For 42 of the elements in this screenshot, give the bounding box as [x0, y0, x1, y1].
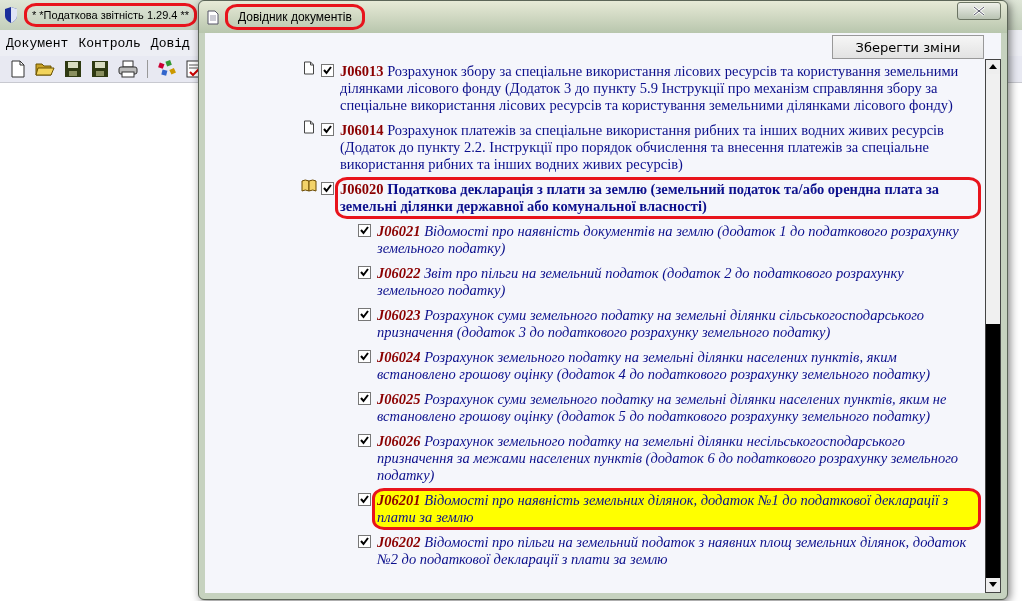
checkbox[interactable] [321, 182, 334, 195]
menu-item[interactable]: Документ [6, 35, 69, 51]
document-title[interactable]: J06021 Відомості про наявність документів на землю (додаток 1 до податкового розрахунку земельного податку) [372, 219, 981, 261]
printer-icon[interactable] [118, 60, 138, 78]
page-icon [301, 120, 317, 134]
save-changes-button[interactable]: Зберегти зміни [832, 35, 984, 59]
checkbox[interactable] [358, 392, 371, 405]
checkbox[interactable] [358, 266, 371, 279]
checkbox[interactable] [358, 350, 371, 363]
document-title[interactable]: J06201 Відомості про наявність земельних ділянок, додаток №1 до податкової декларації з плати за землю [372, 488, 981, 530]
checkbox[interactable] [321, 123, 334, 136]
book-icon [301, 179, 317, 192]
open-folder-icon[interactable] [35, 61, 55, 77]
puzzle-icon[interactable] [157, 60, 177, 78]
document-title[interactable]: J06202 Відомості про пільги на земельний податок з наявних площ земельних ділянок, додаток №2 до податкової декларації з плати за землю [372, 530, 981, 572]
document-title[interactable]: J06025 Розрахунок суми земельного податку на земельні ділянки населених пунктів, яким не встановлено грошову оцінку (додаток 5 до податкового розрахунку земельного податку) [372, 387, 981, 429]
window-title: * *Податкова звітність 1.29.4 ** [24, 3, 198, 27]
checkbox[interactable] [358, 434, 371, 447]
shield-icon [4, 7, 18, 23]
scroll-up-icon[interactable] [989, 64, 997, 69]
page-icon [301, 61, 317, 75]
checkbox[interactable] [358, 493, 371, 506]
scrollbar[interactable] [985, 59, 1001, 593]
document-title[interactable]: J06023 Розрахунок суми земельного податку на земельні ділянки сільськогосподарського призначення (додаток 3 до податкового розрахунку земельного податку) [372, 303, 981, 345]
document-title[interactable]: J06013 Розрахунок збору за спеціальне використання лісових ресурсів та користування земельними ділянками лісового фонду (Додаток 3 до пункту 5.9 Інструкції про механізм справляння збору за спеціальне використання лісових ресурсів та користування земельними ділянками лісового фонду) [335, 59, 981, 118]
new-document-icon[interactable] [10, 60, 26, 78]
document-title[interactable]: J06014 Розрахунок платежів за спеціальне використання рибних та інших водних живих ресурсів (Додаток до пункту 2.2. Інструкції про порядок обчислення та внесення платежів за спеціальне використання рибних та інших водних живих ресурсів) [335, 118, 981, 177]
document-title[interactable]: J06020 Податкова декларація з плати за землю (земельний податок та/або орендна плата за земельні ділянки державної або комунальної власності) [335, 177, 981, 219]
document-title[interactable]: J06024 Розрахунок земельного податку на земельні ділянки населених пунктів, яким встановлено грошову оцінку (додаток 4 до податкового розрахунку земельного податку) [372, 345, 981, 387]
menu-item[interactable]: Контроль [78, 35, 141, 51]
close-button[interactable] [957, 2, 1001, 20]
scroll-down-icon[interactable] [989, 582, 997, 587]
menu-item[interactable]: Довід [150, 35, 190, 51]
document-icon [207, 9, 219, 25]
checkbox[interactable] [321, 64, 334, 77]
checkbox[interactable] [358, 224, 371, 237]
close-icon [973, 6, 985, 16]
document-title[interactable]: J06026 Розрахунок земельного податку на земельні ділянки несільськогосподарського призначення за межами населених пунктів (додаток 6 до податкового розрахунку земельного податку) [372, 429, 981, 488]
document-title[interactable]: J06022 Звіт про пільги на земельний податок (додаток 2 до податкового розрахунку земельного податку) [372, 261, 981, 303]
dialog-title: Довідник документів [225, 4, 365, 30]
checkbox[interactable] [358, 535, 371, 548]
checkbox[interactable] [358, 308, 371, 321]
